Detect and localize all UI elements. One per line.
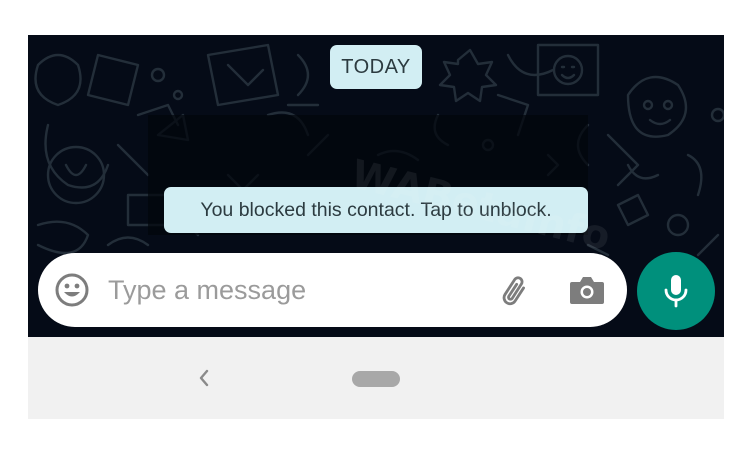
blocked-contact-notice[interactable]: You blocked this contact. Tap to unblock…: [164, 187, 588, 233]
message-input[interactable]: [108, 270, 478, 310]
home-pill[interactable]: [352, 371, 400, 387]
paperclip-icon[interactable]: [494, 271, 534, 311]
camera-icon[interactable]: [568, 272, 606, 308]
emoji-icon[interactable]: [54, 272, 90, 308]
chevron-left-icon[interactable]: [194, 364, 214, 392]
chat-area: TODAY You blocked this contact. Tap to u…: [28, 35, 724, 337]
message-composer: [38, 253, 627, 327]
microphone-icon: [664, 275, 688, 308]
system-navigation-bar: [28, 337, 724, 419]
voice-record-button[interactable]: [637, 252, 715, 330]
date-label: TODAY: [341, 55, 411, 78]
app-frame: TODAY You blocked this contact. Tap to u…: [28, 35, 724, 419]
date-chip: TODAY: [330, 45, 422, 89]
blocked-contact-text: You blocked this contact. Tap to unblock…: [200, 198, 552, 221]
